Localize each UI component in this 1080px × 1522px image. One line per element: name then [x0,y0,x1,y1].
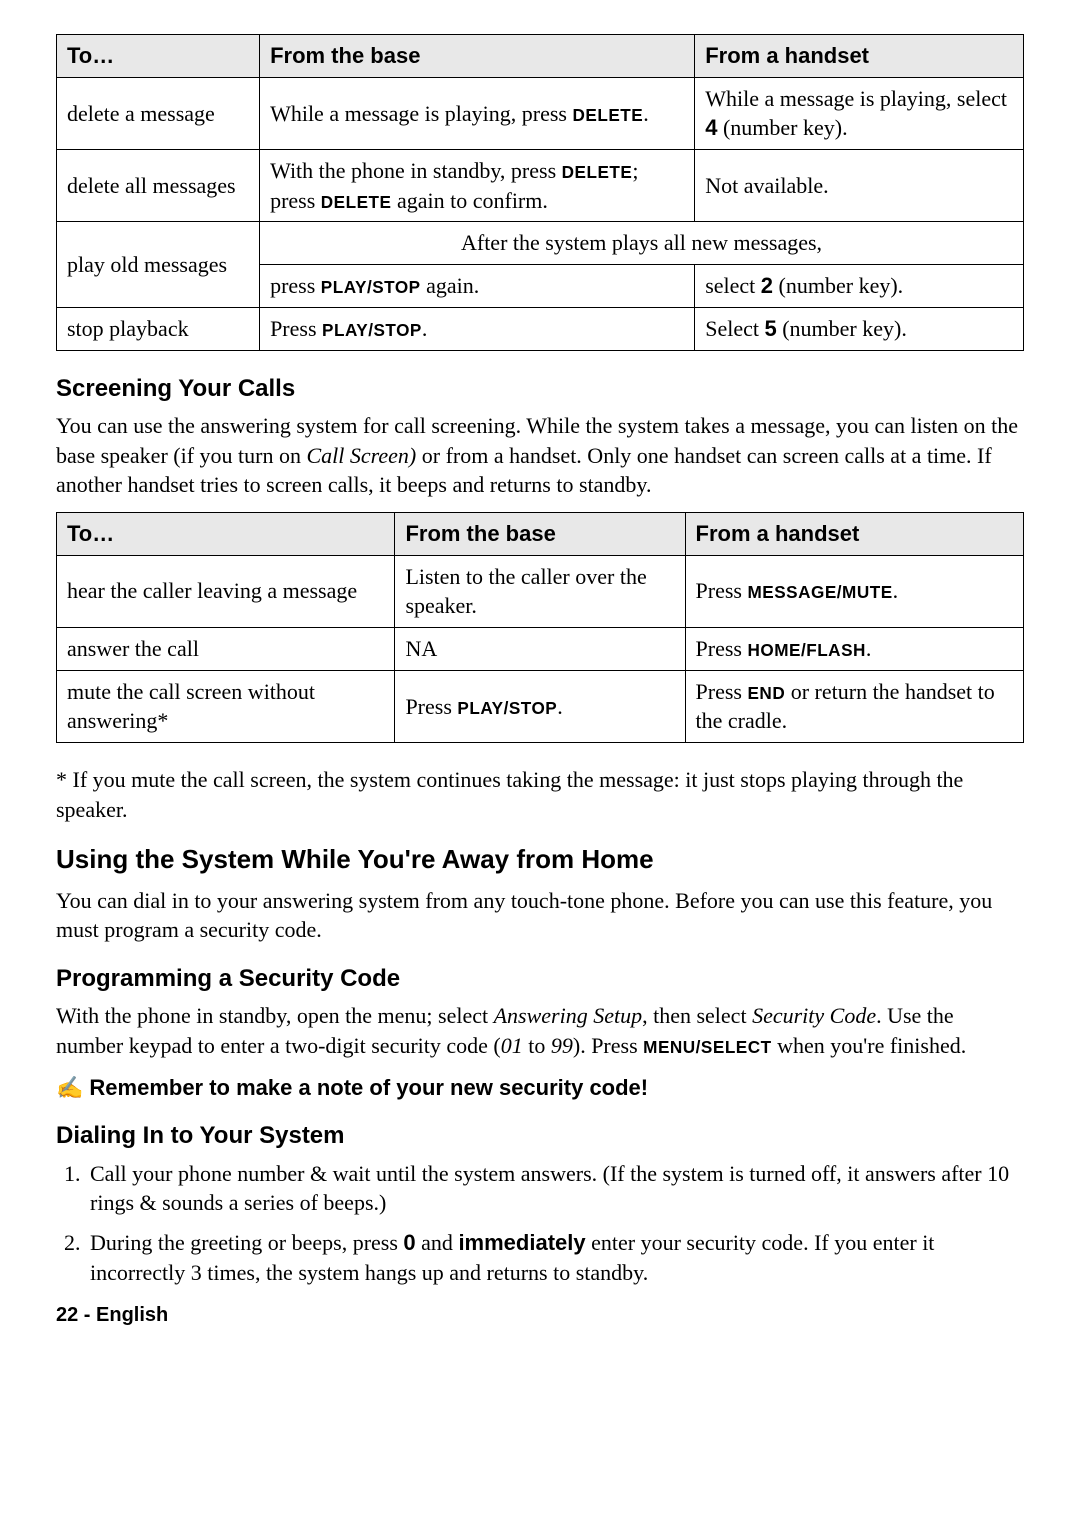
cell-span: After the system plays all new messages, [260,222,1024,265]
heading-away: Using the System While You're Away from … [56,842,1024,877]
cell-to: stop playback [57,307,260,350]
cell-handset: Press MESSAGE/MUTE. [685,555,1023,627]
cell-handset: Not available. [695,150,1024,222]
table-row: delete a message While a message is play… [57,77,1024,149]
cell-base: Listen to the caller over the speaker. [395,555,685,627]
list-item: During the greeting or beeps, press 0 an… [86,1228,1024,1287]
dialing-steps: Call your phone number & wait until the … [56,1159,1024,1288]
col-handset: From a handset [695,35,1024,78]
heading-screening: Screening Your Calls [56,373,1024,405]
cell-handset: While a message is playing, select 4 (nu… [695,77,1024,149]
col-to: To… [57,512,395,555]
table-row: answer the call NA Press HOME/FLASH. [57,628,1024,671]
message-actions-table: To… From the base From a handset delete … [56,34,1024,351]
cell-handset: Press HOME/FLASH. [685,628,1023,671]
col-handset: From a handset [685,512,1023,555]
list-item: Call your phone number & wait until the … [86,1159,1024,1218]
table-row: delete all messages With the phone in st… [57,150,1024,222]
table-row: stop playback Press PLAY/STOP. Select 5 … [57,307,1024,350]
cell-to: delete all messages [57,150,260,222]
cell-to: mute the call screen without answering* [57,670,395,742]
cell-base: Press PLAY/STOP. [260,307,695,350]
cell-base: press PLAY/STOP again. [260,265,695,308]
col-base: From the base [260,35,695,78]
note-text: Remember to make a note of your new secu… [89,1075,648,1100]
para-away: You can dial in to your answering system… [56,886,1024,945]
table-row: play old messages After the system plays… [57,222,1024,265]
cell-handset: select 2 (number key). [695,265,1024,308]
cell-handset: Select 5 (number key). [695,307,1024,350]
heading-security: Programming a Security Code [56,963,1024,995]
cell-to: hear the caller leaving a message [57,555,395,627]
cell-to: play old messages [57,222,260,307]
para-screening: You can use the answering system for cal… [56,411,1024,500]
cell-base: While a message is playing, press DELETE… [260,77,695,149]
cell-base: NA [395,628,685,671]
cell-to: answer the call [57,628,395,671]
para-security: With the phone in standby, open the menu… [56,1001,1024,1060]
note-remember: ✍Remember to make a note of your new sec… [56,1073,1024,1103]
table-row: mute the call screen without answering* … [57,670,1024,742]
write-icon: ✍ [56,1073,83,1103]
table-row: hear the caller leaving a message Listen… [57,555,1024,627]
cell-to: delete a message [57,77,260,149]
cell-base: With the phone in standby, press DELETE;… [260,150,695,222]
col-to: To… [57,35,260,78]
page-footer: 22 - English [56,1302,1024,1329]
cell-base: Press PLAY/STOP. [395,670,685,742]
cell-handset: Press END or return the handset to the c… [685,670,1023,742]
col-base: From the base [395,512,685,555]
footnote-mute: * If you mute the call screen, the syste… [56,765,1024,824]
heading-dialing: Dialing In to Your System [56,1120,1024,1152]
screening-table: To… From the base From a handset hear th… [56,512,1024,743]
